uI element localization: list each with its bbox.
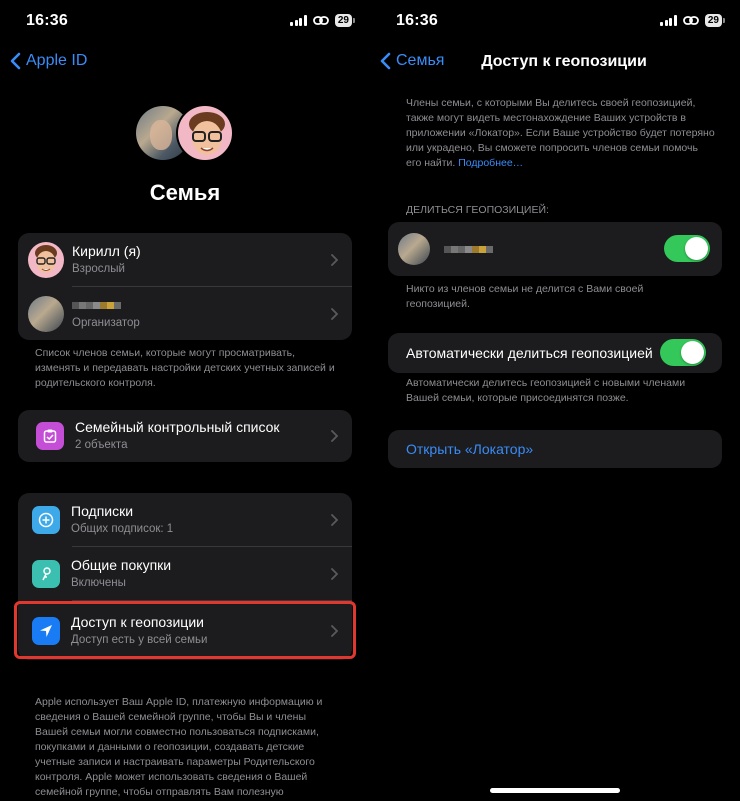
member-photo-avatar — [398, 233, 430, 265]
auto-share-row: Автоматически делиться геопозицией — [388, 333, 722, 373]
member-share-toggle[interactable] — [664, 235, 710, 262]
member-role: Организатор — [72, 316, 140, 329]
redacted-name — [444, 245, 493, 253]
purchases-row[interactable]: Общие покупки Включены — [18, 547, 352, 601]
privacy-footnote: Apple использует Ваш Apple ID, платежную… — [35, 696, 323, 798]
member-row-organizer[interactable]: Организатор — [18, 287, 352, 340]
chevron-right-icon — [331, 254, 338, 266]
open-findmy-button[interactable]: Открыть «Локатор» — [388, 430, 722, 468]
member-row-self[interactable]: Кирилл (я) Взрослый — [18, 233, 352, 287]
members-footnote: Список членов семьи, которые могут просм… — [35, 347, 335, 389]
checklist-group: Семейный контрольный список 2 объекта — [18, 410, 352, 462]
link-icon — [312, 16, 329, 25]
chevron-right-icon — [331, 307, 338, 320]
section-header: ДЕЛИТЬСЯ ГЕОПОЗИЦИЕЙ: — [406, 204, 549, 216]
member-role: Взрослый — [72, 263, 125, 275]
purchases-icon — [32, 560, 60, 588]
chevron-right-icon — [331, 430, 338, 442]
link-icon — [682, 16, 699, 25]
open-findmy-label: Открыть «Локатор» — [406, 440, 534, 457]
sharing-member-row — [388, 222, 722, 276]
back-label: Apple ID — [26, 52, 88, 69]
checklist-icon — [36, 422, 64, 450]
intro-text: Члены семьи, с которыми Вы делитесь свое… — [406, 96, 716, 171]
sharing-members-group — [388, 222, 722, 276]
family-title: Семья — [149, 180, 221, 205]
battery-indicator: 29 — [704, 14, 726, 27]
family-avatars — [136, 104, 236, 162]
status-bar: 16:36 29 — [0, 0, 370, 44]
status-time: 16:36 — [396, 12, 438, 29]
subscriptions-row[interactable]: Подписки Общих подписок: 1 — [18, 493, 352, 547]
highlight-frame — [14, 601, 356, 659]
checklist-title: Семейный контрольный список — [75, 419, 280, 435]
members-list: Кирилл (я) Взрослый Организатор — [18, 233, 352, 340]
chevron-right-icon — [331, 514, 338, 526]
chevron-left-icon — [10, 52, 21, 70]
auto-share-toggle[interactable] — [660, 339, 706, 366]
memoji-avatar — [176, 104, 234, 162]
auto-share-footnote: Автоматически делитесь геопозицией с нов… — [406, 377, 686, 404]
home-indicator[interactable] — [490, 788, 620, 793]
subscriptions-subtitle: Общих подписок: 1 — [71, 523, 174, 535]
subscriptions-title: Подписки — [71, 503, 134, 519]
checklist-subtitle: 2 объекта — [75, 439, 128, 451]
purchases-subtitle: Включены — [71, 577, 126, 589]
learn-more-link[interactable]: Подробнее… — [458, 157, 523, 169]
status-bar: 16:36 29 — [370, 0, 740, 44]
status-time: 16:36 — [26, 12, 68, 29]
redacted-name — [72, 297, 140, 314]
family-checklist-row[interactable]: Семейный контрольный список 2 объекта — [18, 410, 352, 462]
subscriptions-icon — [32, 506, 60, 534]
purchases-title: Общие покупки — [71, 557, 172, 573]
page-title: Доступ к геопозиции — [481, 53, 647, 70]
cellular-signal-icon — [660, 15, 677, 26]
chevron-right-icon — [331, 568, 338, 580]
auto-share-label: Автоматически делиться геопозицией — [406, 344, 653, 361]
member-photo-avatar — [28, 295, 64, 332]
family-screen: 16:36 29 Apple ID Семья Кирилл (я) Взрос… — [0, 0, 370, 801]
back-button[interactable]: Apple ID — [10, 52, 87, 70]
location-sharing-screen: 16:36 29 Семья Доступ к геопозиции Члены… — [370, 0, 740, 801]
auto-share-group: Автоматически делиться геопозицией — [388, 333, 722, 373]
member-name: Кирилл (я) — [72, 243, 141, 259]
open-findmy-group: Открыть «Локатор» — [388, 430, 722, 468]
intro-body: Члены семьи, с которыми Вы делитесь свое… — [406, 97, 715, 169]
member-footnote: Никто из членов семьи не делится с Вами … — [406, 283, 644, 310]
battery-indicator: 29 — [334, 14, 356, 27]
memoji-avatar — [28, 242, 64, 278]
cellular-signal-icon — [290, 15, 307, 26]
